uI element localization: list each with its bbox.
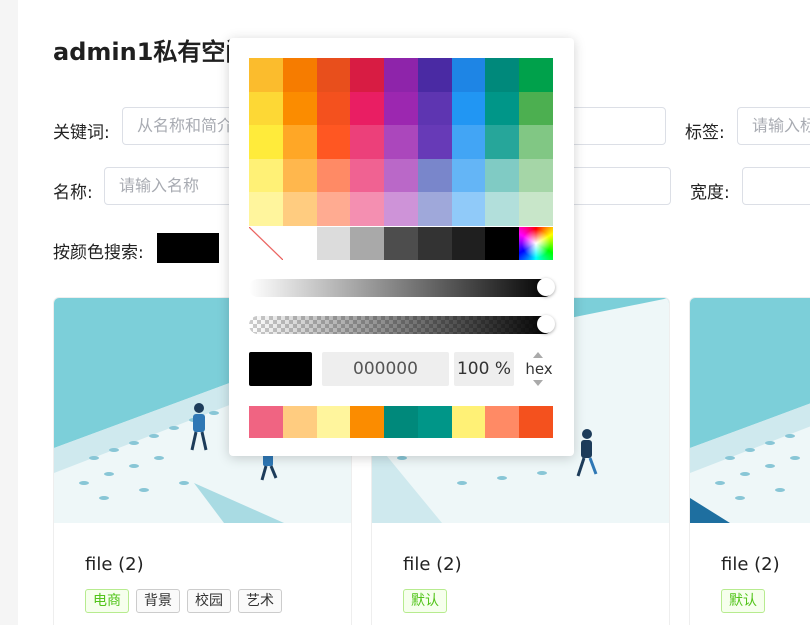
color-swatch[interactable] — [316, 192, 351, 226]
color-mode-label: hex — [525, 360, 553, 378]
alpha-input[interactable]: 100 % — [454, 352, 514, 386]
recent-color-swatch[interactable] — [384, 406, 418, 438]
color-swatch[interactable] — [417, 91, 452, 126]
color-swatch[interactable] — [384, 125, 418, 159]
card-title: file (2) — [721, 554, 780, 575]
color-swatch[interactable] — [249, 192, 283, 226]
recent-color-swatch[interactable] — [282, 406, 317, 438]
color-swatch[interactable] — [485, 91, 520, 126]
color-swatch[interactable] — [451, 91, 486, 126]
color-swatch[interactable] — [350, 91, 385, 126]
page-title: admin1私有空间 — [53, 38, 250, 66]
color-swatch[interactable] — [350, 125, 385, 159]
color-swatch[interactable] — [384, 158, 418, 193]
recent-colors-row — [249, 406, 554, 438]
recent-color-swatch[interactable] — [451, 406, 486, 438]
gray-swatch-row — [249, 227, 554, 260]
gray-swatch[interactable] — [350, 227, 385, 260]
color-swatch[interactable] — [417, 158, 452, 193]
tag-badge[interactable]: 电商 — [85, 589, 129, 613]
current-color-preview — [249, 352, 312, 386]
color-swatch[interactable] — [384, 91, 418, 126]
color-swatch[interactable] — [282, 125, 317, 159]
color-swatch[interactable] — [350, 158, 385, 193]
color-swatch[interactable] — [316, 158, 351, 193]
hex-input[interactable]: 000000 — [322, 352, 449, 386]
gray-swatch[interactable] — [485, 227, 520, 260]
color-search-swatch[interactable] — [157, 233, 219, 263]
alpha-slider[interactable] — [249, 315, 555, 334]
color-swatch[interactable] — [316, 58, 351, 92]
color-swatch[interactable] — [316, 125, 351, 159]
color-swatch[interactable] — [451, 158, 486, 193]
width-input[interactable] — [742, 167, 810, 205]
color-swatch[interactable] — [282, 158, 317, 193]
color-swatch[interactable] — [384, 58, 418, 92]
custom-color-swatch[interactable] — [519, 227, 554, 260]
color-swatch[interactable] — [485, 158, 520, 193]
tag-badge[interactable]: 校园 — [187, 589, 231, 613]
color-swatch[interactable] — [451, 125, 486, 159]
color-swatch[interactable] — [519, 125, 554, 159]
color-swatch[interactable] — [451, 192, 486, 226]
color-swatch[interactable] — [282, 91, 317, 126]
color-swatch[interactable] — [519, 158, 554, 193]
gray-swatch[interactable] — [316, 227, 351, 260]
chevron-down-icon[interactable] — [533, 380, 543, 386]
color-search-label: 按颜色搜索: — [53, 243, 144, 263]
color-swatch[interactable] — [519, 91, 554, 126]
name-label: 名称: — [53, 183, 93, 203]
tag-badge[interactable]: 艺术 — [238, 589, 282, 613]
color-swatch[interactable] — [249, 125, 283, 159]
card-thumbnail — [690, 298, 810, 523]
tag-badge[interactable]: 默认 — [721, 589, 765, 613]
keyword-label: 关键词: — [53, 123, 110, 143]
color-swatch[interactable] — [282, 192, 317, 226]
recent-color-swatch[interactable] — [485, 406, 520, 438]
color-swatch[interactable] — [316, 91, 351, 126]
card-title: file (2) — [403, 554, 462, 575]
color-swatch[interactable] — [485, 58, 520, 92]
tag-label: 标签: — [685, 123, 725, 143]
gray-swatch[interactable] — [451, 227, 486, 260]
color-mode-toggle[interactable]: hex — [521, 352, 557, 386]
brightness-slider-thumb[interactable] — [537, 278, 555, 296]
gray-swatch[interactable] — [417, 227, 452, 260]
color-picker-popover: 000000 100 % hex — [229, 38, 574, 456]
gray-swatch[interactable] — [384, 227, 418, 260]
recent-color-swatch[interactable] — [417, 406, 452, 438]
recent-color-swatch[interactable] — [519, 406, 554, 438]
chevron-up-icon[interactable] — [533, 352, 543, 358]
color-swatch[interactable] — [485, 192, 520, 226]
recent-color-swatch[interactable] — [350, 406, 385, 438]
color-swatch[interactable] — [384, 192, 418, 226]
tag-badge[interactable]: 默认 — [403, 589, 447, 613]
color-swatch[interactable] — [249, 91, 283, 126]
alpha-slider-thumb[interactable] — [537, 315, 555, 333]
color-swatch[interactable] — [350, 58, 385, 92]
gray-swatch[interactable] — [282, 227, 317, 260]
tag-badge[interactable]: 背景 — [136, 589, 180, 613]
color-swatch[interactable] — [485, 125, 520, 159]
color-swatch[interactable] — [417, 192, 452, 226]
color-swatch[interactable] — [417, 125, 452, 159]
color-swatch[interactable] — [451, 58, 486, 92]
color-swatch[interactable] — [282, 58, 317, 92]
tag-input[interactable]: 请输入标签 — [737, 107, 810, 145]
recent-color-swatch[interactable] — [249, 406, 283, 438]
card-title: file (2) — [85, 554, 144, 575]
brightness-slider[interactable] — [249, 278, 555, 297]
color-swatch[interactable] — [249, 158, 283, 193]
color-swatch[interactable] — [350, 192, 385, 226]
image-card[interactable]: file (2) 默认 — [689, 297, 810, 625]
color-swatch[interactable] — [519, 192, 554, 226]
color-swatch[interactable] — [417, 58, 452, 92]
width-label: 宽度: — [690, 183, 730, 203]
color-palette-grid — [249, 58, 554, 226]
color-swatch[interactable] — [519, 58, 554, 92]
color-swatch[interactable] — [249, 58, 283, 92]
transparent-swatch[interactable] — [249, 227, 283, 260]
recent-color-swatch[interactable] — [316, 406, 351, 438]
